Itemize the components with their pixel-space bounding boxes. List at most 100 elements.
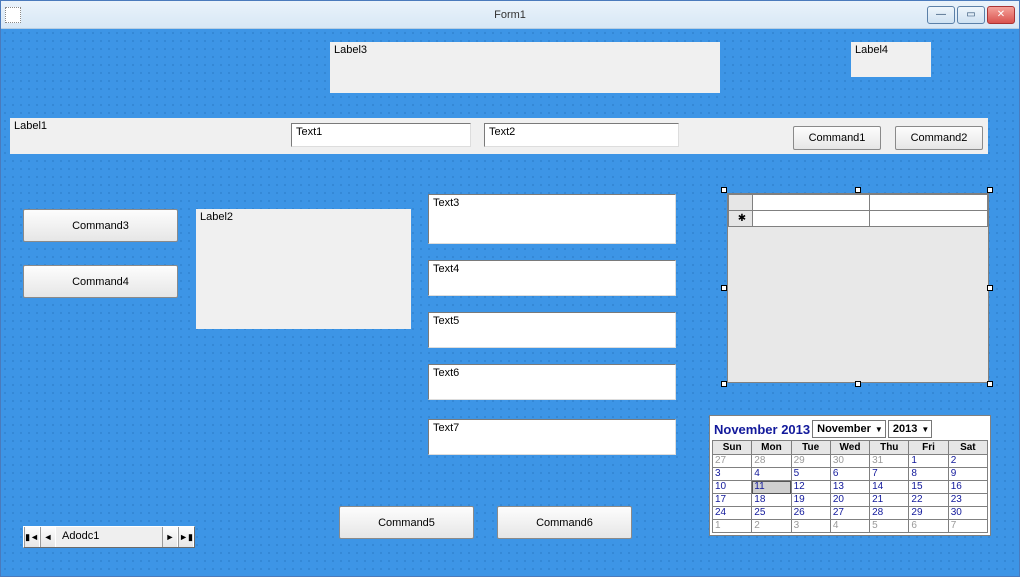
form-designer-surface[interactable]: Label3 Label4 Label1 Text1 Text2 Command… [1,29,1019,576]
calendar-day-cell[interactable]: 22 [909,494,948,507]
calendar-day-cell[interactable]: 29 [909,507,948,520]
calendar-day-cell[interactable]: 4 [752,468,791,481]
text7[interactable]: Text7 [428,419,676,455]
titlebar: Form1 — ▭ ✕ [1,1,1019,29]
calendar-day-cell[interactable]: 1 [909,455,948,468]
calendar-grid[interactable]: SunMonTueWedThuFriSat 272829303112345678… [712,440,988,533]
grid-new-row-marker: ✱ [729,211,753,227]
calendar-day-cell[interactable]: 27 [713,455,752,468]
calendar-day-cell[interactable]: 23 [948,494,987,507]
selection-handle[interactable] [987,381,993,387]
label4: Label4 [851,42,931,77]
calendar-day-cell[interactable]: 26 [791,507,830,520]
calendar-day-cell[interactable]: 16 [948,481,987,494]
label1: Label1 [10,118,280,136]
calendar-day-cell[interactable]: 5 [870,520,909,533]
calendar-day-cell[interactable]: 29 [791,455,830,468]
calendar-day-cell[interactable]: 27 [830,507,869,520]
calendar-day-cell[interactable]: 31 [870,455,909,468]
calendar-day-cell[interactable]: 24 [713,507,752,520]
window: Form1 — ▭ ✕ Label3 Label4 Label1 Text1 T… [0,0,1020,577]
calendar-month-select[interactable]: November ▼ [812,420,886,438]
adodc-last-button[interactable]: ►▮ [178,527,194,547]
calendar-day-cell[interactable]: 9 [948,468,987,481]
text2[interactable]: Text2 [484,123,679,147]
selection-handle[interactable] [721,285,727,291]
calendar-day-cell[interactable]: 8 [909,468,948,481]
calendar-day-cell[interactable]: 30 [948,507,987,520]
calendar-year-select[interactable]: 2013 ▼ [888,420,932,438]
calendar-control[interactable]: November 2013 November ▼ 2013 ▼ SunMonTu… [709,415,991,536]
selection-handle[interactable] [721,187,727,193]
calendar-day-cell[interactable]: 18 [752,494,791,507]
calendar-day-header: Sun [713,441,752,455]
selection-handle[interactable] [721,381,727,387]
calendar-day-cell[interactable]: 14 [870,481,909,494]
calendar-day-cell[interactable]: 25 [752,507,791,520]
selection-handle[interactable] [987,187,993,193]
calendar-year-value: 2013 [893,423,917,435]
calendar-day-header: Wed [830,441,869,455]
chevron-down-icon: ▼ [875,425,883,434]
calendar-day-cell[interactable]: 28 [870,507,909,520]
calendar-day-cell[interactable]: 7 [948,520,987,533]
calendar-day-header: Tue [791,441,830,455]
selection-handle[interactable] [855,187,861,193]
calendar-day-cell[interactable]: 6 [909,520,948,533]
command2-button[interactable]: Command2 [895,126,983,150]
text1[interactable]: Text1 [291,123,471,147]
calendar-day-header: Thu [870,441,909,455]
command5-button[interactable]: Command5 [339,506,474,539]
label3: Label3 [330,42,720,93]
calendar-day-cell[interactable]: 7 [870,468,909,481]
adodc-prev-button[interactable]: ◄ [40,527,56,547]
calendar-day-cell[interactable]: 19 [791,494,830,507]
calendar-day-cell[interactable]: 1 [713,520,752,533]
command3-button[interactable]: Command3 [23,209,178,242]
calendar-day-cell[interactable]: 10 [713,481,752,494]
chevron-down-icon: ▼ [921,425,929,434]
maximize-button[interactable]: ▭ [957,6,985,24]
window-title: Form1 [494,9,526,21]
adodc-caption: Adodc1 [56,527,162,547]
calendar-day-cell[interactable]: 17 [713,494,752,507]
calendar-day-cell[interactable]: 28 [752,455,791,468]
calendar-day-cell[interactable]: 20 [830,494,869,507]
calendar-day-cell[interactable]: 2 [948,455,987,468]
calendar-day-header: Sat [948,441,987,455]
calendar-day-cell[interactable]: 15 [909,481,948,494]
calendar-day-cell[interactable]: 2 [752,520,791,533]
calendar-day-cell[interactable]: 6 [830,468,869,481]
calendar-day-header: Fri [909,441,948,455]
command4-button[interactable]: Command4 [23,265,178,298]
text4[interactable]: Text4 [428,260,676,296]
window-controls: — ▭ ✕ [927,6,1015,24]
calendar-day-cell[interactable]: 5 [791,468,830,481]
calendar-day-cell[interactable]: 3 [713,468,752,481]
text5[interactable]: Text5 [428,312,676,348]
calendar-day-header: Mon [752,441,791,455]
calendar-day-cell[interactable]: 12 [791,481,830,494]
text3[interactable]: Text3 [428,194,676,244]
calendar-day-cell[interactable]: 3 [791,520,830,533]
app-icon [5,7,21,23]
calendar-day-cell[interactable]: 13 [830,481,869,494]
adodc-first-button[interactable]: ▮◄ [24,527,40,547]
minimize-button[interactable]: — [927,6,955,24]
data-grid[interactable]: ✱ [727,193,989,383]
calendar-day-cell[interactable]: 4 [830,520,869,533]
command6-button[interactable]: Command6 [497,506,632,539]
adodc-next-button[interactable]: ► [162,527,178,547]
text6[interactable]: Text6 [428,364,676,400]
selection-handle[interactable] [855,381,861,387]
calendar-title: November 2013 [712,422,810,437]
selection-handle[interactable] [987,285,993,291]
calendar-month-value: November [817,423,871,435]
calendar-day-cell[interactable]: 21 [870,494,909,507]
label2: Label2 [196,209,411,329]
close-button[interactable]: ✕ [987,6,1015,24]
calendar-day-cell[interactable]: 30 [830,455,869,468]
command1-button[interactable]: Command1 [793,126,881,150]
calendar-day-cell[interactable]: 11 [752,481,791,494]
adodc-control[interactable]: ▮◄ ◄ Adodc1 ► ►▮ [23,526,195,548]
